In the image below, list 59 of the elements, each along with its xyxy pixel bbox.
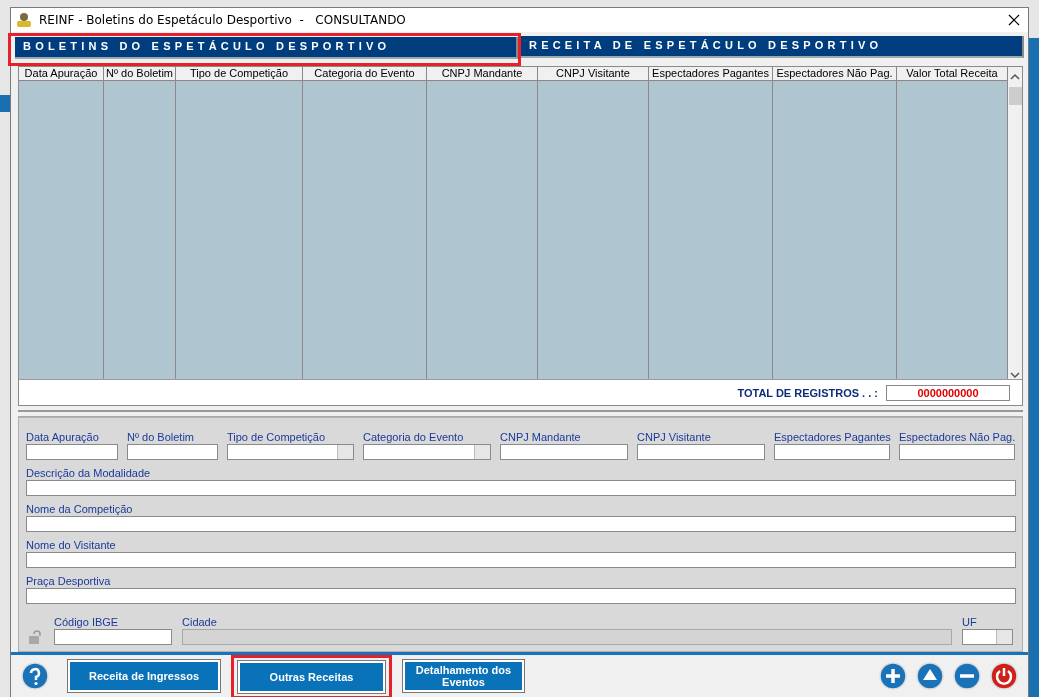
add-button[interactable]: [879, 662, 907, 690]
field-label: Nº do Boletim: [127, 431, 195, 443]
column-header[interactable]: CNPJ Visitante: [538, 66, 649, 81]
text-field[interactable]: [182, 629, 952, 645]
dropdown-field[interactable]: [363, 444, 491, 460]
field-label: Código IBGE: [54, 616, 120, 628]
column-header[interactable]: Categoria do Evento: [303, 66, 427, 81]
action-button[interactable]: Detalhamento dos Eventos: [403, 660, 524, 692]
dropdown-field[interactable]: [227, 444, 354, 460]
field-label: Cidade: [182, 616, 218, 628]
action-button[interactable]: Receita de Ingressos: [68, 660, 220, 692]
text-field[interactable]: [26, 516, 1016, 532]
text-field[interactable]: [54, 629, 172, 645]
column-header[interactable]: Espectadores Não Pag.: [773, 66, 897, 81]
field-label: UF: [962, 616, 978, 628]
column-header[interactable]: Valor Total Receita: [897, 66, 1008, 81]
window-title: REINF - Boletins do Espetáculo Desportivo - CONSULTANDO: [39, 12, 407, 27]
app-icon: [15, 11, 33, 28]
text-field[interactable]: [774, 444, 890, 460]
text-field[interactable]: [899, 444, 1015, 460]
field-label: Espectadores Pagantes: [774, 431, 890, 443]
column-header[interactable]: Tipo de Competição: [176, 66, 303, 81]
field-label: Nome da Competição: [26, 503, 134, 515]
field-label: Tipo de Competição: [227, 431, 327, 443]
scroll-down-icon[interactable]: [1009, 371, 1021, 380]
text-field[interactable]: [26, 444, 118, 460]
field-label: CNPJ Mandante: [500, 431, 582, 443]
scroll-thumb[interactable]: [1008, 86, 1022, 105]
field-label: Categoria do Evento: [363, 431, 465, 443]
close-icon[interactable]: [1008, 13, 1020, 26]
column-header[interactable]: Data Apuração: [19, 66, 104, 81]
action-button[interactable]: Outras Receitas: [238, 661, 385, 693]
column-header[interactable]: Espectadores Pagantes: [649, 66, 773, 81]
text-field[interactable]: [26, 552, 1016, 568]
text-field[interactable]: [127, 444, 218, 460]
text-field[interactable]: [637, 444, 765, 460]
dropdown-field[interactable]: [962, 629, 1013, 645]
scrollbar[interactable]: [1008, 66, 1022, 380]
total-label: TOTAL DE REGISTROS . . :: [737, 386, 878, 399]
up-button[interactable]: [916, 662, 944, 690]
field-label: CNPJ Visitante: [637, 431, 712, 443]
total-count: 0000000000: [886, 384, 1010, 401]
column-header[interactable]: Nº do Boletim: [104, 66, 176, 81]
text-field[interactable]: [26, 480, 1016, 496]
lock-icon[interactable]: [26, 629, 44, 645]
field-label: Data Apuração: [26, 431, 100, 443]
power-button[interactable]: [990, 662, 1018, 690]
remove-button[interactable]: [953, 662, 981, 690]
text-field[interactable]: [500, 444, 628, 460]
text-field[interactable]: [26, 588, 1016, 604]
section-tab[interactable]: BOLETINS DO ESPETÁCULO DESPORTIVO: [15, 36, 518, 59]
help-button[interactable]: [21, 662, 49, 690]
scroll-up-icon[interactable]: [1008, 72, 1021, 81]
field-label: Espectadores Não Pag.: [899, 431, 1015, 443]
column-header[interactable]: CNPJ Mandante: [427, 66, 538, 81]
section-tab[interactable]: RECEITA DE ESPETÁCULO DESPORTIVO: [521, 35, 1024, 58]
field-label: Nome do Visitante: [26, 539, 117, 551]
field-label: Descrição da Modalidade: [26, 467, 152, 479]
field-label: Praça Desportiva: [26, 575, 112, 587]
